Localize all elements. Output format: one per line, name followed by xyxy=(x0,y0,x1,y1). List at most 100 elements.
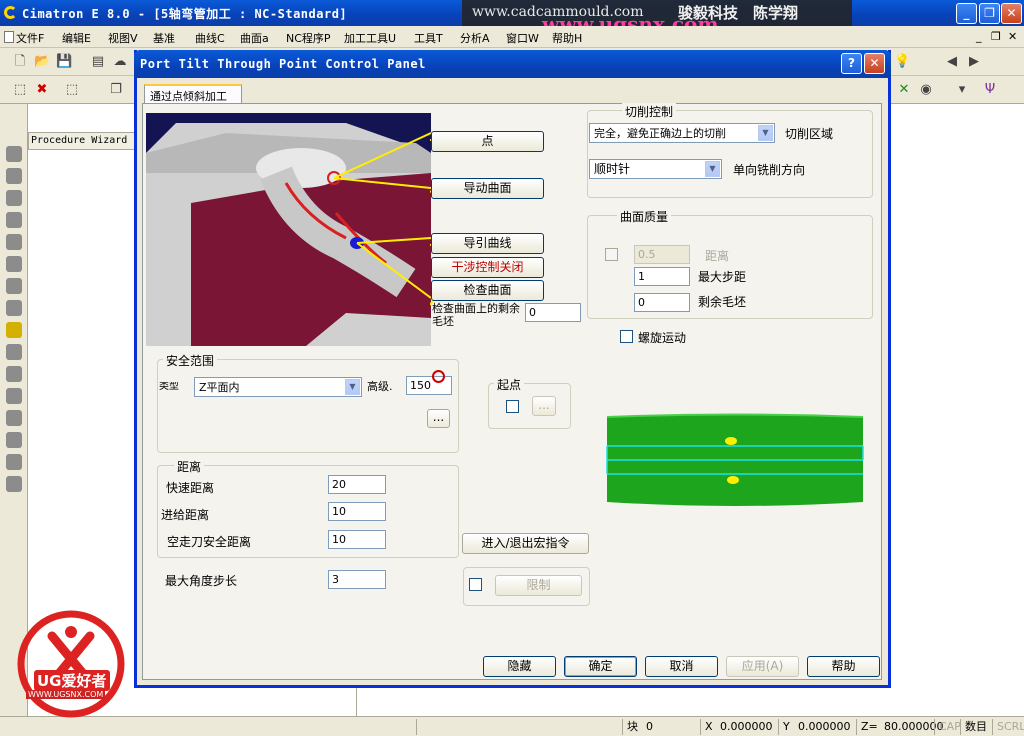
start-point-label: 起点 xyxy=(494,376,525,393)
dialog-help-button[interactable]: ? xyxy=(841,53,862,74)
menu-bar: 文件F 编辑E 视图V 基准 曲线C 曲面a NC程序P 加工工具U 工具T 分… xyxy=(0,26,1024,48)
print-icon[interactable]: ▤ xyxy=(90,54,106,70)
safety-more-button[interactable]: ... xyxy=(427,409,450,428)
cloud-icon[interactable]: ☁ xyxy=(112,54,128,70)
cut-mode-select[interactable]: 完全，避免正确边上的切削 ▼ xyxy=(589,123,775,143)
apply-button[interactable]: 应用(A) xyxy=(726,656,799,677)
copy-icon[interactable]: ❐ xyxy=(108,82,124,98)
new-file-icon[interactable]: 🗋 xyxy=(12,54,28,70)
ok-button[interactable]: 确定 xyxy=(564,656,637,677)
interference-control-button[interactable]: 干涉控制关闭 xyxy=(431,257,544,278)
status-empty xyxy=(416,719,622,735)
tool-icon-8[interactable] xyxy=(6,300,22,316)
close-button[interactable]: ✕ xyxy=(1001,3,1022,24)
dialog-titlebar[interactable]: Port Tilt Through Point Control Panel ? … xyxy=(134,50,891,78)
tool-icon-14[interactable] xyxy=(6,432,22,448)
macro-button[interactable]: 进入/退出宏指令 xyxy=(462,533,589,554)
safety-height-input[interactable]: 150 xyxy=(406,376,452,395)
guide-curve-button[interactable]: 导引曲线 xyxy=(431,233,544,254)
tool-icon-10[interactable] xyxy=(6,344,22,360)
safety-type-select[interactable]: Z平面内 ▼ xyxy=(194,377,362,397)
delete-icon[interactable]: ✖ xyxy=(34,82,50,98)
distance-checkbox[interactable] xyxy=(605,248,618,261)
max-angle-label: 最大角度步长 xyxy=(165,574,238,588)
select-icon[interactable]: ⬚ xyxy=(12,82,28,98)
start-point-checkbox[interactable] xyxy=(506,400,519,413)
limit-button[interactable]: 限制 xyxy=(495,575,582,596)
doc-icon xyxy=(4,31,14,43)
part-preview-icon xyxy=(146,123,431,346)
dropdown-arrow-icon[interactable]: ▾ xyxy=(954,82,970,98)
graphics-area-divider xyxy=(356,688,1024,716)
menu-analysis[interactable]: 分析A xyxy=(460,30,490,46)
cancel-button[interactable]: 取消 xyxy=(645,656,718,677)
tool-icon-13[interactable] xyxy=(6,410,22,426)
procedure-wizard-tab[interactable]: Procedure Wizard xyxy=(28,132,136,150)
tool-icon-3[interactable] xyxy=(6,190,22,206)
menu-file[interactable]: 文件F xyxy=(16,30,44,46)
menu-edit[interactable]: 编辑E xyxy=(62,30,91,46)
restore-button[interactable]: ❐ xyxy=(979,3,1000,24)
tool-icon-4[interactable] xyxy=(6,212,22,228)
start-point-more-button[interactable]: ... xyxy=(532,396,556,416)
air-distance-input[interactable]: 10 xyxy=(328,530,386,549)
feed-distance-input[interactable]: 10 xyxy=(328,502,386,521)
tool-icon-12[interactable] xyxy=(6,388,22,404)
hide-button[interactable]: 隐藏 xyxy=(483,656,556,677)
ug-logo: UG爱好者 WWW.UGSNX.COM xyxy=(12,610,130,718)
menu-surface[interactable]: 曲面a xyxy=(240,30,269,46)
cut-mode-value: 完全，避免正确边上的切削 xyxy=(594,127,726,140)
menu-window[interactable]: 窗口W xyxy=(506,30,539,46)
help-button[interactable]: 帮助 xyxy=(807,656,880,677)
surface-preview xyxy=(606,413,864,506)
menu-datum[interactable]: 基准 xyxy=(153,30,175,46)
light-bulb-icon[interactable]: 💡 xyxy=(894,54,910,70)
dialog-title: Port Tilt Through Point Control Panel xyxy=(140,57,426,71)
minimize-button[interactable]: _ xyxy=(956,3,977,24)
tool-icon-5[interactable] xyxy=(6,234,22,250)
menu-mfg-tools[interactable]: 加工工具U xyxy=(344,30,396,46)
drive-surface-button[interactable]: 导动曲面 xyxy=(431,178,544,199)
axis-icon[interactable]: ✕ xyxy=(896,82,912,98)
tool-icon-1[interactable] xyxy=(6,146,22,162)
distance-input[interactable]: 0.5 xyxy=(634,245,690,264)
coordinate-icon[interactable]: Ψ xyxy=(982,82,998,98)
mdi-restore-button[interactable]: ❐ xyxy=(991,30,1001,43)
spiral-checkbox[interactable] xyxy=(620,330,633,343)
tool-icon-9[interactable] xyxy=(6,322,22,338)
tool-icon-2[interactable] xyxy=(6,168,22,184)
dialog-close-button[interactable]: ✕ xyxy=(864,53,885,74)
status-z-value: 80.000000 xyxy=(884,720,944,733)
status-z-label: Z= xyxy=(856,719,880,735)
rapid-distance-input[interactable]: 20 xyxy=(328,475,386,494)
status-x-value: 0.000000 xyxy=(720,720,773,733)
tab-port-tilt[interactable]: 通过点倾斜加工 xyxy=(144,84,242,104)
arrow-right-icon[interactable]: ▶ xyxy=(966,54,982,70)
tool-icon-6[interactable] xyxy=(6,256,22,272)
max-step-input[interactable]: 1 xyxy=(634,267,690,286)
tool-icon-11[interactable] xyxy=(6,366,22,382)
save-icon[interactable]: 💾 xyxy=(56,54,72,70)
menu-view[interactable]: 视图V xyxy=(108,30,138,46)
check-surface-stock-input[interactable]: 0 xyxy=(525,303,581,322)
arrow-left-icon[interactable]: ◀ xyxy=(944,54,960,70)
mdi-minimize-button[interactable]: _ xyxy=(976,30,982,43)
ug-logo-text: UG爱好者 xyxy=(34,670,110,691)
direction-select[interactable]: 顺时针 ▼ xyxy=(589,159,722,179)
tool-icon-7[interactable] xyxy=(6,278,22,294)
menu-help[interactable]: 帮助H xyxy=(552,30,582,46)
pick-icon[interactable]: ⬚ xyxy=(64,82,80,98)
tool-icon-15[interactable] xyxy=(6,454,22,470)
menu-curve[interactable]: 曲线C xyxy=(195,30,225,46)
point-button[interactable]: 点 xyxy=(431,131,544,152)
check-surface-button[interactable]: 检查曲面 xyxy=(431,280,544,301)
open-folder-icon[interactable]: 📂 xyxy=(34,54,50,70)
surface-stock-input[interactable]: 0 xyxy=(634,293,690,312)
menu-tools[interactable]: 工具T xyxy=(414,30,443,46)
tool-icon-16[interactable] xyxy=(6,476,22,492)
eye-icon[interactable]: ◉ xyxy=(918,82,934,98)
mdi-close-button[interactable]: ✕ xyxy=(1008,30,1017,43)
max-angle-input[interactable]: 3 xyxy=(328,570,386,589)
limit-checkbox[interactable] xyxy=(469,578,482,591)
menu-nc[interactable]: NC程序P xyxy=(286,30,331,46)
